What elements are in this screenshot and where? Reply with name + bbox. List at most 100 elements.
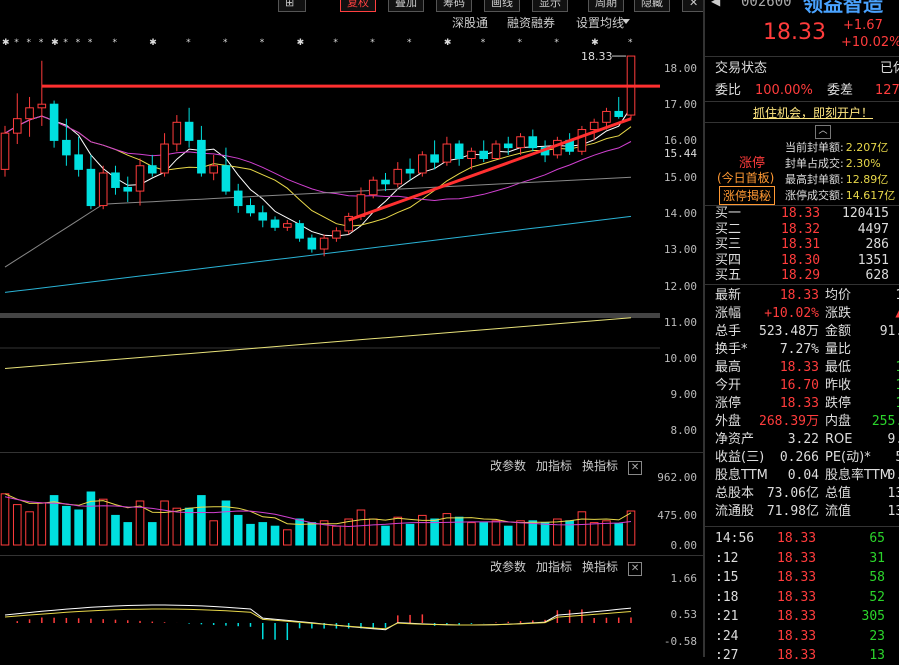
panel-divider xyxy=(0,555,703,556)
volume-bar xyxy=(381,525,390,546)
candle-body xyxy=(111,172,120,188)
limit-up-sub: (今日首板) xyxy=(717,171,775,185)
candle-body xyxy=(503,143,513,149)
stat-label: 收益(三) xyxy=(715,450,765,465)
signal-marker: * xyxy=(88,38,93,48)
candle-body xyxy=(123,186,133,192)
axis-tick: 9.00 xyxy=(670,388,698,401)
stat-row: 最新 18.33 均价 17 xyxy=(715,287,899,305)
volume-bar xyxy=(626,510,636,546)
volume-bar xyxy=(577,511,587,546)
edit-params-button[interactable]: 改参数 xyxy=(490,560,526,574)
stat-label: 最低 xyxy=(825,360,852,375)
tick-row: :18 18.33 52 xyxy=(715,589,899,607)
edit-params-button[interactable]: 改参数 xyxy=(490,459,526,473)
signal-marker: * xyxy=(27,38,32,48)
order-book-label: 买五 xyxy=(715,268,742,283)
candle-body xyxy=(233,190,243,207)
candle-body xyxy=(246,205,255,214)
order-book-volume: 120415 xyxy=(842,206,889,221)
axis-tick: 18.00 xyxy=(663,62,697,75)
stat-value: 16 xyxy=(871,359,899,377)
back-icon[interactable]: ◀ xyxy=(711,0,720,8)
candle-body xyxy=(197,139,206,174)
axis-tick: 962.00 xyxy=(657,471,697,484)
tick-price: 18.33 xyxy=(777,609,817,624)
volume-bar xyxy=(37,502,47,546)
order-book-price: 18.33 xyxy=(781,206,821,221)
volume-bar xyxy=(12,504,22,546)
volume-bar xyxy=(332,525,341,546)
close-panel-icon[interactable]: ✕ xyxy=(628,461,643,475)
stat-row: 净资产 3.22 ROE 9.4 xyxy=(715,431,899,449)
stat-value: 73.06亿 xyxy=(766,486,819,501)
stat-label: 净资产 xyxy=(715,432,755,447)
status-label: 交易状态 xyxy=(715,61,768,76)
limit-up-reveal-button[interactable]: 涨停揭秘 xyxy=(719,186,776,205)
switch-indicator-button[interactable]: 换指标 xyxy=(582,560,618,574)
candle-body xyxy=(86,168,96,207)
grid-band xyxy=(0,313,660,318)
open-account-banner[interactable]: 抓住机会，即刻开户！ xyxy=(753,104,873,121)
order-book-price: 18.31 xyxy=(781,237,821,252)
add-indicator-button[interactable]: 加指标 xyxy=(536,560,572,574)
limit-row: 封单占成交: 2.30% xyxy=(785,156,899,171)
switch-indicator-button[interactable]: 换指标 xyxy=(582,459,618,473)
order-book-label: 买一 xyxy=(715,206,742,221)
stat-value: 133 xyxy=(887,486,899,501)
candle-body xyxy=(74,154,83,170)
candle-body xyxy=(172,121,182,145)
signal-marker: * xyxy=(481,38,486,48)
axis-tick: 8.00 xyxy=(670,424,698,437)
candle-body xyxy=(577,129,587,152)
candle-body xyxy=(209,165,218,174)
stat-label: ROE xyxy=(825,432,853,447)
signal-marker: * xyxy=(76,38,81,48)
axis-tick: 12.00 xyxy=(663,280,697,293)
stat-label: 今开 xyxy=(715,378,742,393)
stat-row: 总股本 73.06亿总值 133 xyxy=(715,485,899,503)
candle-body xyxy=(430,154,439,163)
tick-row: :15 18.33 58 xyxy=(715,569,899,587)
candle-body xyxy=(516,136,525,149)
candle-body xyxy=(258,212,268,221)
stat-value: 18.33 xyxy=(779,396,819,411)
current-price-label: 18.33 xyxy=(581,50,613,63)
divider xyxy=(705,122,899,123)
tick-row: :21 18.33 305 xyxy=(715,608,899,626)
axis-tick: 16.00 xyxy=(663,134,697,147)
candle-body xyxy=(135,165,145,192)
divider xyxy=(705,101,899,102)
order-book-row: 买一 18.33 120415 xyxy=(715,206,899,221)
add-indicator-button[interactable]: 加指标 xyxy=(536,459,572,473)
volume-bar xyxy=(86,491,96,546)
volume-bar xyxy=(246,523,255,546)
volume-panel-tools: 改参数 加指标 换指标 ✕ xyxy=(490,457,643,475)
chart-area[interactable]: ⊞ 复权 叠加 筹码 画线 显示 周期 隐藏 ✕ 深股通 融资融券 设置均线 ✱… xyxy=(0,0,704,657)
candle-body xyxy=(49,103,59,141)
close-panel-icon[interactable]: ✕ xyxy=(628,562,643,576)
stat-label: 流值 xyxy=(825,504,852,519)
divider xyxy=(705,56,899,57)
stat-label: 涨停 xyxy=(715,396,742,411)
axis-tick: 17.00 xyxy=(663,98,697,111)
candle-body xyxy=(589,121,599,131)
signal-marker: * xyxy=(112,38,117,48)
chevron-up-icon[interactable]: ︿ xyxy=(815,125,831,139)
order-book-volume: 628 xyxy=(865,268,889,283)
stat-label: 总值 xyxy=(825,486,852,501)
signal-marker: ✱ xyxy=(444,38,452,48)
signal-marker: * xyxy=(333,38,338,48)
volume-bar xyxy=(307,522,317,546)
candle-body xyxy=(528,136,538,149)
tick-price: 18.33 xyxy=(777,628,817,644)
stat-value: 18.33 xyxy=(779,288,819,303)
macd-panel-tools: 改参数 加指标 换指标 ✕ xyxy=(490,558,643,576)
limit-row-value: 2.30% xyxy=(845,157,881,170)
volume-bar xyxy=(295,518,304,546)
tick-time: :24 xyxy=(715,628,739,644)
candle-body xyxy=(283,223,292,228)
signal-marker: ✱ xyxy=(2,38,10,48)
volume-bar xyxy=(405,523,415,546)
stat-value: 0.2 xyxy=(887,468,899,483)
